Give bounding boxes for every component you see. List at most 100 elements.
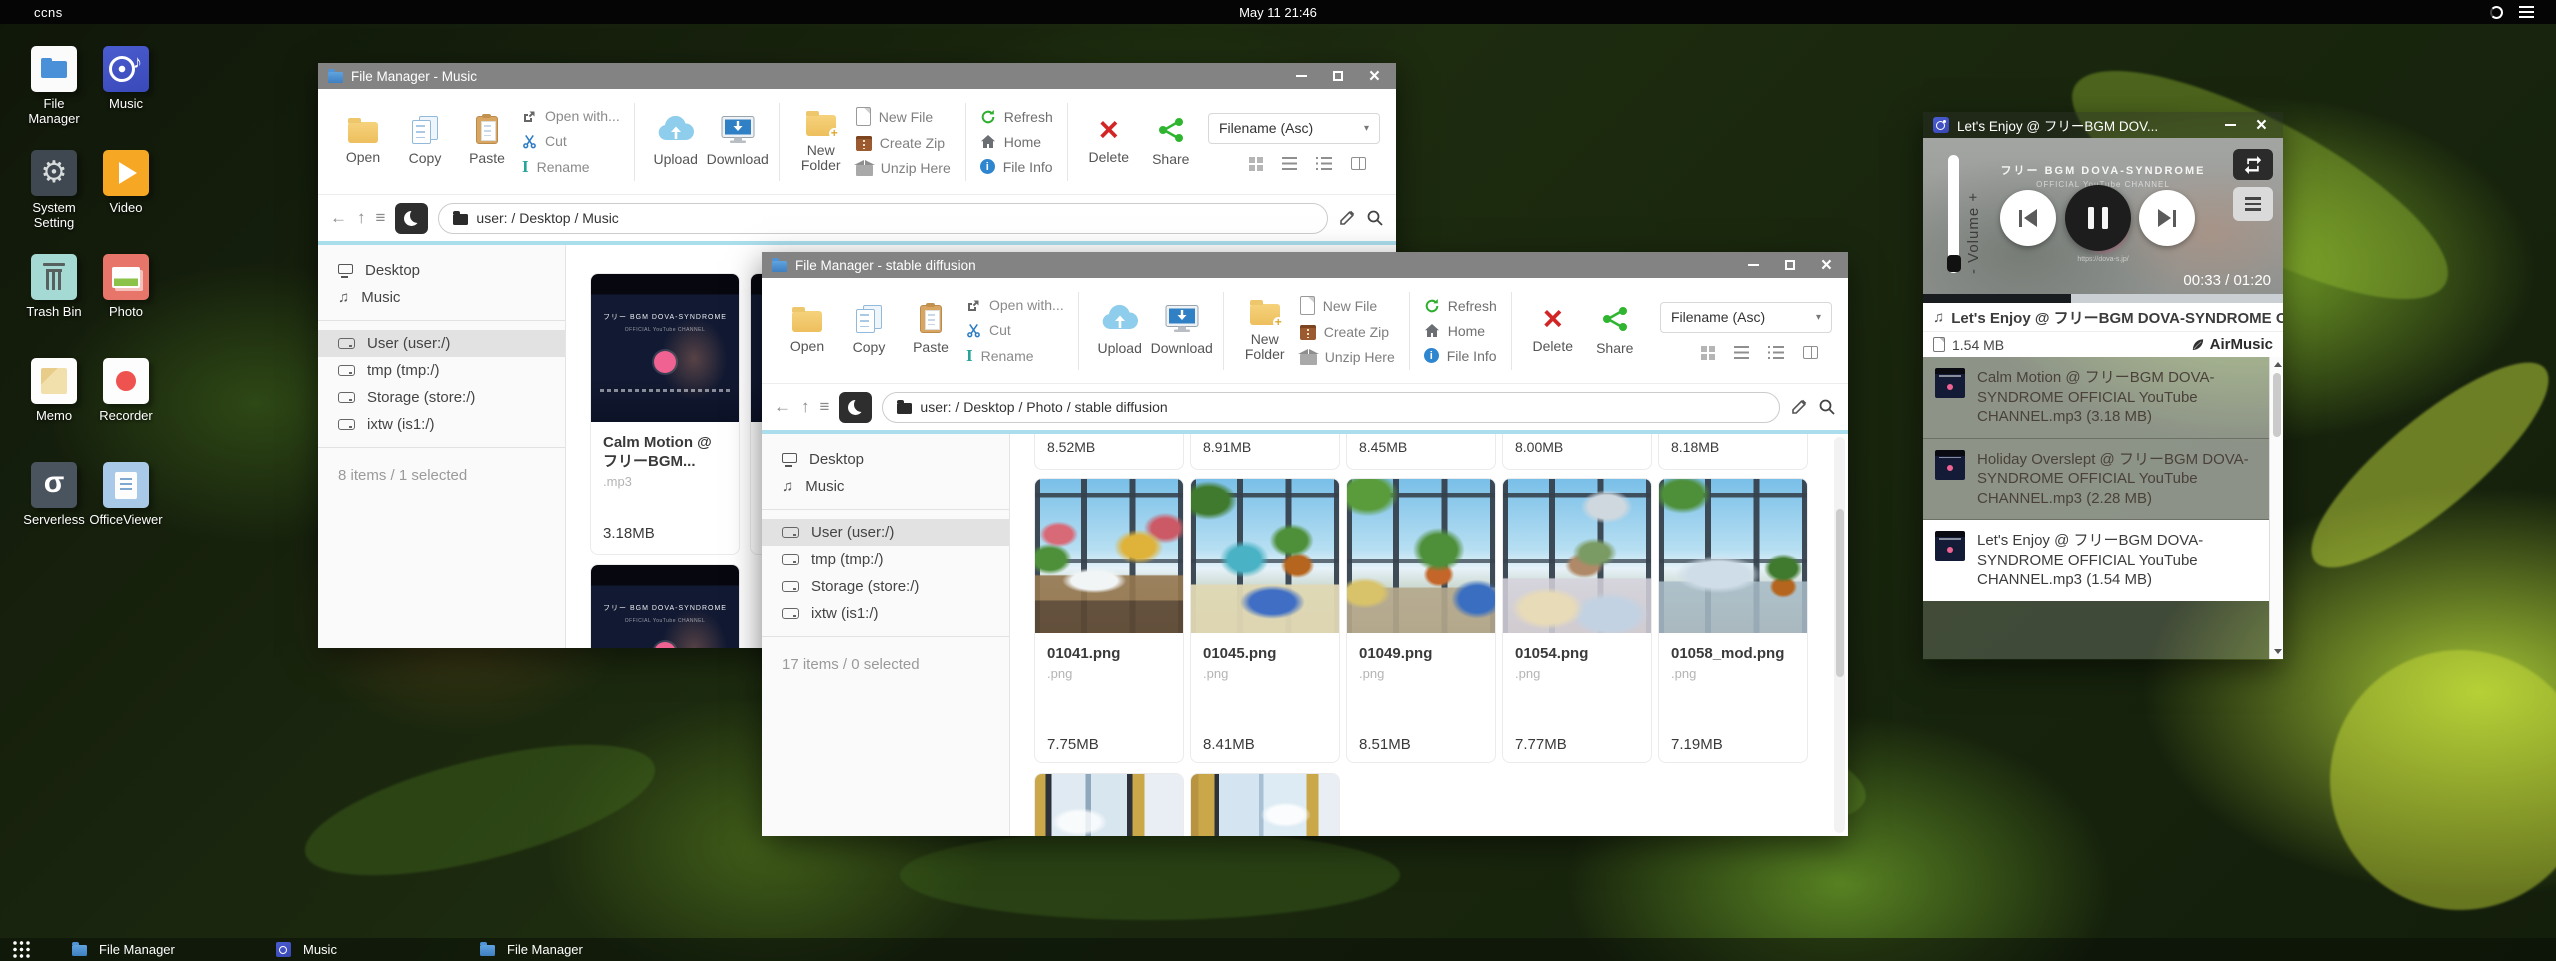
sidebar-place-item[interactable]: Desktop [318,257,565,284]
copy-button[interactable]: Copy [394,116,456,166]
view-grid-icon[interactable] [1701,346,1715,360]
delete-button[interactable]: ×Delete [1522,307,1584,355]
desktop-icon[interactable]: File Manager [18,46,90,150]
file-card-calm-motion[interactable]: フリー BGM DOVA-SYNDROME OFFICIAL YouTube C… [590,273,740,555]
close-icon[interactable]: × [2256,116,2267,135]
volume-thumb[interactable] [1947,255,1961,272]
menu-icon[interactable] [2519,11,2534,13]
titlebar[interactable]: File Manager - stable diffusion × [762,252,1848,278]
edit-path-icon[interactable] [1338,209,1356,227]
desktop-icon[interactable]: Photo [90,254,162,358]
scrollbar-thumb[interactable] [2273,373,2281,437]
maximize-icon[interactable] [1333,71,1343,81]
sidebar-drive-item[interactable]: ixtw (is1:/) [318,411,565,438]
rename-button[interactable]: IRename [966,347,1064,364]
sidebar-place-item[interactable]: ♫ Music [318,284,565,311]
up-icon[interactable]: ↑ [357,208,366,228]
desktop-icon[interactable]: Trash Bin [18,254,90,358]
scroll-up-icon[interactable] [2274,362,2282,367]
sort-dropdown[interactable]: Filename (Asc)▾ [1208,113,1380,144]
search-icon[interactable] [1818,398,1836,416]
next-track-button[interactable] [2139,190,2195,246]
sidebar-drive-item[interactable]: tmp (tmp:/) [762,546,1009,573]
file-card-partial[interactable] [1190,773,1340,836]
progress-bar[interactable] [1923,294,2283,303]
taskbar-item[interactable]: Music [276,938,476,961]
file-card-partial[interactable]: 8.00MB [1502,434,1652,470]
desktop-icon[interactable]: Serverless [18,462,90,566]
sort-dropdown[interactable]: Filename (Asc)▾ [1660,302,1832,333]
back-icon[interactable]: ← [774,397,791,417]
unzip-here-button[interactable]: Unzip Here [1300,349,1395,365]
playlist-item[interactable]: Calm Motion @ フリーBGM DOVA-SYNDROME OFFIC… [1923,357,2283,439]
file-card-partial[interactable]: 8.18MB [1658,434,1808,470]
sidebar-toggle-icon[interactable]: ≡ [820,397,830,417]
paste-button[interactable]: Paste [456,116,518,166]
new-file-button[interactable]: New File [1300,296,1395,315]
playlist-item[interactable]: Let's Enjoy @ フリーBGM DOVA-SYNDROME OFFIC… [1923,520,2283,601]
path-field[interactable]: user: / Desktop / Music [438,203,1328,234]
path-field[interactable]: user: / Desktop / Photo / stable diffusi… [882,392,1780,423]
file-card-partial[interactable] [1034,773,1184,836]
new-file-button[interactable]: New File [856,107,951,126]
titlebar[interactable]: File Manager - Music × [318,63,1396,89]
pause-button[interactable] [2065,185,2131,251]
back-icon[interactable]: ← [330,208,347,228]
sidebar-drive-item[interactable]: User (user:/) [318,330,565,357]
repeat-button[interactable] [2233,149,2273,180]
rename-button[interactable]: IRename [522,158,620,175]
file-card-partial[interactable]: 8.52MB [1034,434,1184,470]
sidebar-place-item[interactable]: Desktop [762,446,1009,473]
view-column-icon[interactable] [1803,346,1818,359]
close-icon[interactable]: × [1821,256,1832,275]
sidebar-drive-item[interactable]: tmp (tmp:/) [318,357,565,384]
titlebar[interactable]: Let's Enjoy @ フリーBGM DOV... × [1923,112,2283,138]
view-list-icon[interactable] [1734,346,1749,359]
create-zip-button[interactable]: Create Zip [856,135,951,151]
edit-path-icon[interactable] [1790,398,1808,416]
sidebar-toggle-icon[interactable]: ≡ [376,208,386,228]
unzip-here-button[interactable]: Unzip Here [856,160,951,176]
upload-button[interactable]: Upload [1089,304,1151,356]
sidebar-drive-item[interactable]: User (user:/) [762,519,1009,546]
home-button[interactable]: Home [980,134,1053,150]
dark-mode-toggle[interactable] [395,203,428,234]
file-info-button[interactable]: iFile Info [1424,348,1497,364]
playlist-button[interactable] [2233,187,2273,221]
desktop-icon[interactable]: Video [90,150,162,254]
scrollbar-thumb[interactable] [1836,509,1844,677]
download-button[interactable]: Download [1151,304,1213,356]
maximize-icon[interactable] [1785,260,1795,270]
scroll-down-icon[interactable] [2274,649,2282,654]
open-button[interactable]: Open [776,306,838,354]
taskbar-item[interactable]: File Manager [480,938,680,961]
desktop-icon[interactable]: Recorder [90,358,162,462]
playlist-scrollbar[interactable] [2269,357,2283,659]
view-detail-icon[interactable] [1768,346,1784,359]
minimize-icon[interactable] [1296,75,1307,77]
share-button[interactable]: Share [1140,115,1202,167]
home-button[interactable]: Home [1424,323,1497,339]
refresh-button[interactable]: Refresh [1424,298,1497,314]
desktop-icon[interactable]: OfficeViewer [90,462,162,566]
close-icon[interactable]: × [1369,67,1380,86]
sidebar-drive-item[interactable]: Storage (store:/) [762,573,1009,600]
previous-track-button[interactable] [2000,190,2056,246]
file-card[interactable]: 01045.png .png 8.41MB [1190,478,1340,763]
file-card[interactable]: 01049.png .png 8.51MB [1346,478,1496,763]
taskbar-item[interactable]: File Manager [72,938,272,961]
search-icon[interactable] [1366,209,1384,227]
open-with-button[interactable]: Open with... [966,297,1064,313]
view-column-icon[interactable] [1351,157,1366,170]
playlist-item[interactable]: Holiday Overslept @ フリーBGM DOVA-SYNDROME… [1923,439,2283,521]
cut-button[interactable]: Cut [966,322,1064,338]
view-detail-icon[interactable] [1316,157,1332,170]
file-card[interactable]: 01058_mod.png .png 7.19MB [1658,478,1808,763]
file-card-partial[interactable]: 8.45MB [1346,434,1496,470]
share-button[interactable]: Share [1584,304,1646,356]
cut-button[interactable]: Cut [522,133,620,149]
view-list-icon[interactable] [1282,157,1297,170]
file-info-button[interactable]: iFile Info [980,159,1053,175]
minimize-icon[interactable] [1748,264,1759,266]
paste-button[interactable]: Paste [900,305,962,355]
